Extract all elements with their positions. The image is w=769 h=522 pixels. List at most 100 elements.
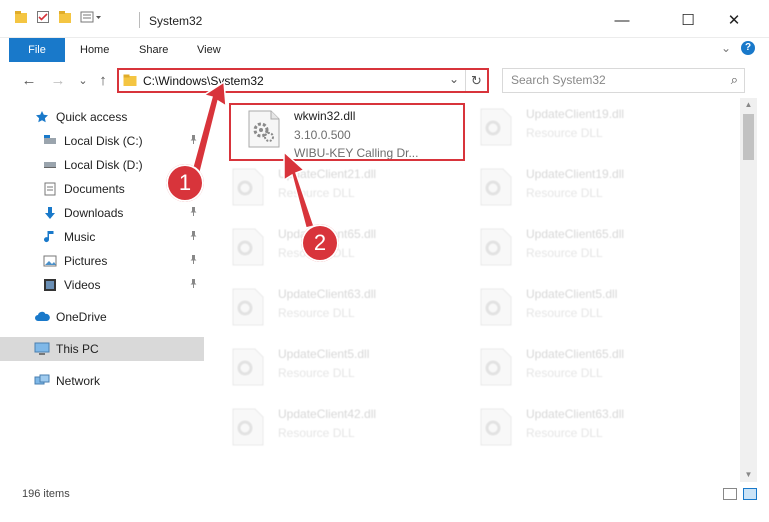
nav-item-music[interactable]: Music [0, 225, 204, 249]
dll-file-icon [479, 168, 513, 206]
nav-item-downloads[interactable]: Downloads [0, 201, 204, 225]
file-item[interactable]: UpdateClient42.dll Resource DLL [212, 400, 452, 456]
nav-label: Documents [64, 182, 125, 196]
item-count: 196 items [22, 488, 70, 500]
vertical-scrollbar[interactable]: ▲ ▼ [740, 98, 757, 482]
close-button[interactable]: ✕ [722, 8, 746, 32]
refresh-button[interactable]: ↻ [465, 70, 487, 91]
nav-label: OneDrive [56, 310, 107, 324]
pin-icon [189, 279, 198, 290]
up-button[interactable]: ↑ [94, 71, 112, 89]
forward-button[interactable]: → [49, 71, 67, 89]
search-input[interactable] [511, 73, 711, 87]
tiles-view-icon[interactable] [743, 488, 757, 500]
pin-icon [189, 255, 198, 266]
file-item[interactable]: UpdateClient65.dll Resource DLL [460, 340, 700, 396]
ribbon: File Home Share View ⌄ ? [0, 38, 769, 62]
minimize-button[interactable]: — [610, 8, 634, 32]
file-name: UpdateClient65.dll [526, 347, 625, 361]
nav-network[interactable]: Network [0, 369, 204, 393]
tab-share[interactable]: Share [139, 38, 168, 62]
tab-file[interactable]: File [9, 38, 65, 62]
tab-view[interactable]: View [197, 38, 221, 62]
disk-icon [42, 133, 58, 149]
file-name: UpdateClient42.dll [278, 407, 377, 421]
nav-label: Videos [64, 278, 101, 292]
dll-file-icon [231, 348, 265, 386]
dll-file-icon [231, 408, 265, 446]
recent-locations-button[interactable]: ⌄ [74, 71, 92, 89]
new-folder-icon[interactable] [58, 10, 72, 27]
nav-onedrive[interactable]: OneDrive [0, 305, 204, 329]
callout-badge-2: 2 [301, 224, 339, 262]
file-name: UpdateClient63.dll [526, 407, 625, 421]
file-item[interactable]: UpdateClient63.dll Resource DLL [460, 400, 700, 456]
file-item[interactable]: UpdateClient21.dll Resource DLL [212, 160, 452, 216]
file-name: UpdateClient5.dll [526, 287, 618, 301]
file-type: Resource DLL [278, 186, 355, 200]
file-item[interactable]: UpdateClient5.dll Resource DLL [212, 340, 452, 396]
file-type: Resource DLL [526, 246, 603, 260]
status-bar: 196 items [0, 482, 769, 522]
properties-icon[interactable] [36, 10, 50, 27]
file-item[interactable]: UpdateClient5.dll Resource DLL [460, 280, 700, 336]
dll-file-icon [479, 228, 513, 266]
file-name: UpdateClient5.dll [278, 347, 370, 361]
downloads-icon [42, 205, 58, 221]
navigation-pane: Quick access Local Disk (C:) Local Disk … [0, 98, 204, 482]
back-button[interactable]: ← [20, 71, 38, 89]
dll-file-icon [231, 168, 265, 206]
file-item[interactable]: UpdateClient19.dll Resource DLL [460, 160, 700, 216]
file-item[interactable]: UpdateClient63.dll Resource DLL [212, 280, 452, 336]
title-separator [139, 12, 140, 28]
address-bar[interactable]: C:\Windows\System32 ⌄ ↻ [117, 68, 489, 93]
file-item[interactable]: UpdateClient19.dll Resource DLL [460, 100, 700, 156]
search-box[interactable]: ⌕ [502, 68, 745, 93]
star-icon [34, 109, 50, 125]
address-path[interactable]: C:\Windows\System32 [143, 74, 264, 88]
file-type: Resource DLL [526, 126, 603, 140]
file-name: UpdateClient19.dll [526, 107, 625, 121]
dll-file-icon [479, 108, 513, 146]
cloud-icon [34, 309, 50, 325]
scroll-down-arrow-icon[interactable]: ▼ [740, 468, 757, 482]
pictures-icon [42, 253, 58, 269]
nav-label: Music [64, 230, 96, 244]
file-type: Resource DLL [526, 426, 603, 440]
nav-quick-access[interactable]: Quick access [0, 105, 204, 129]
nav-item-pictures[interactable]: Pictures [0, 249, 204, 273]
help-icon[interactable]: ? [741, 41, 755, 55]
nav-this-pc[interactable]: This PC [0, 337, 204, 361]
file-name: UpdateClient21.dll [278, 167, 377, 181]
nav-label: Network [56, 374, 101, 388]
expand-ribbon-icon[interactable]: ⌄ [721, 41, 731, 55]
file-type: Resource DLL [526, 186, 603, 200]
dll-file-icon [231, 228, 265, 266]
customize-toolbar-icon[interactable] [80, 10, 102, 27]
folder-icon [123, 74, 137, 90]
file-type: Resource DLL [526, 306, 603, 320]
nav-label: Local Disk (C:) [64, 134, 143, 148]
details-view-icon[interactable] [723, 488, 737, 500]
nav-item-local-disk-c[interactable]: Local Disk (C:) [0, 129, 204, 153]
file-item[interactable]: UpdateClient65.dll Resource DLL [460, 220, 700, 276]
file-name: UpdateClient63.dll [278, 287, 377, 301]
address-dropdown-icon[interactable]: ⌄ [449, 72, 459, 86]
title-bar: System32 — ☐ ✕ [0, 0, 769, 38]
tab-home[interactable]: Home [80, 38, 109, 62]
network-icon [34, 373, 50, 389]
dll-file-icon [479, 408, 513, 446]
address-row: ← → ⌄ ↑ C:\Windows\System32 ⌄ ↻ ⌕ [0, 62, 769, 98]
scroll-up-arrow-icon[interactable]: ▲ [740, 98, 757, 112]
pin-icon [189, 207, 198, 218]
file-name: UpdateClient65.dll [526, 227, 625, 241]
nav-item-videos[interactable]: Videos [0, 273, 204, 297]
scrollbar-thumb[interactable] [743, 114, 754, 160]
file-type: Resource DLL [278, 426, 355, 440]
disk-icon [42, 157, 58, 173]
maximize-button[interactable]: ☐ [676, 8, 700, 32]
pin-icon [189, 231, 198, 242]
window-title: System32 [149, 14, 203, 28]
nav-label: Quick access [56, 110, 128, 124]
search-icon[interactable]: ⌕ [731, 72, 738, 88]
